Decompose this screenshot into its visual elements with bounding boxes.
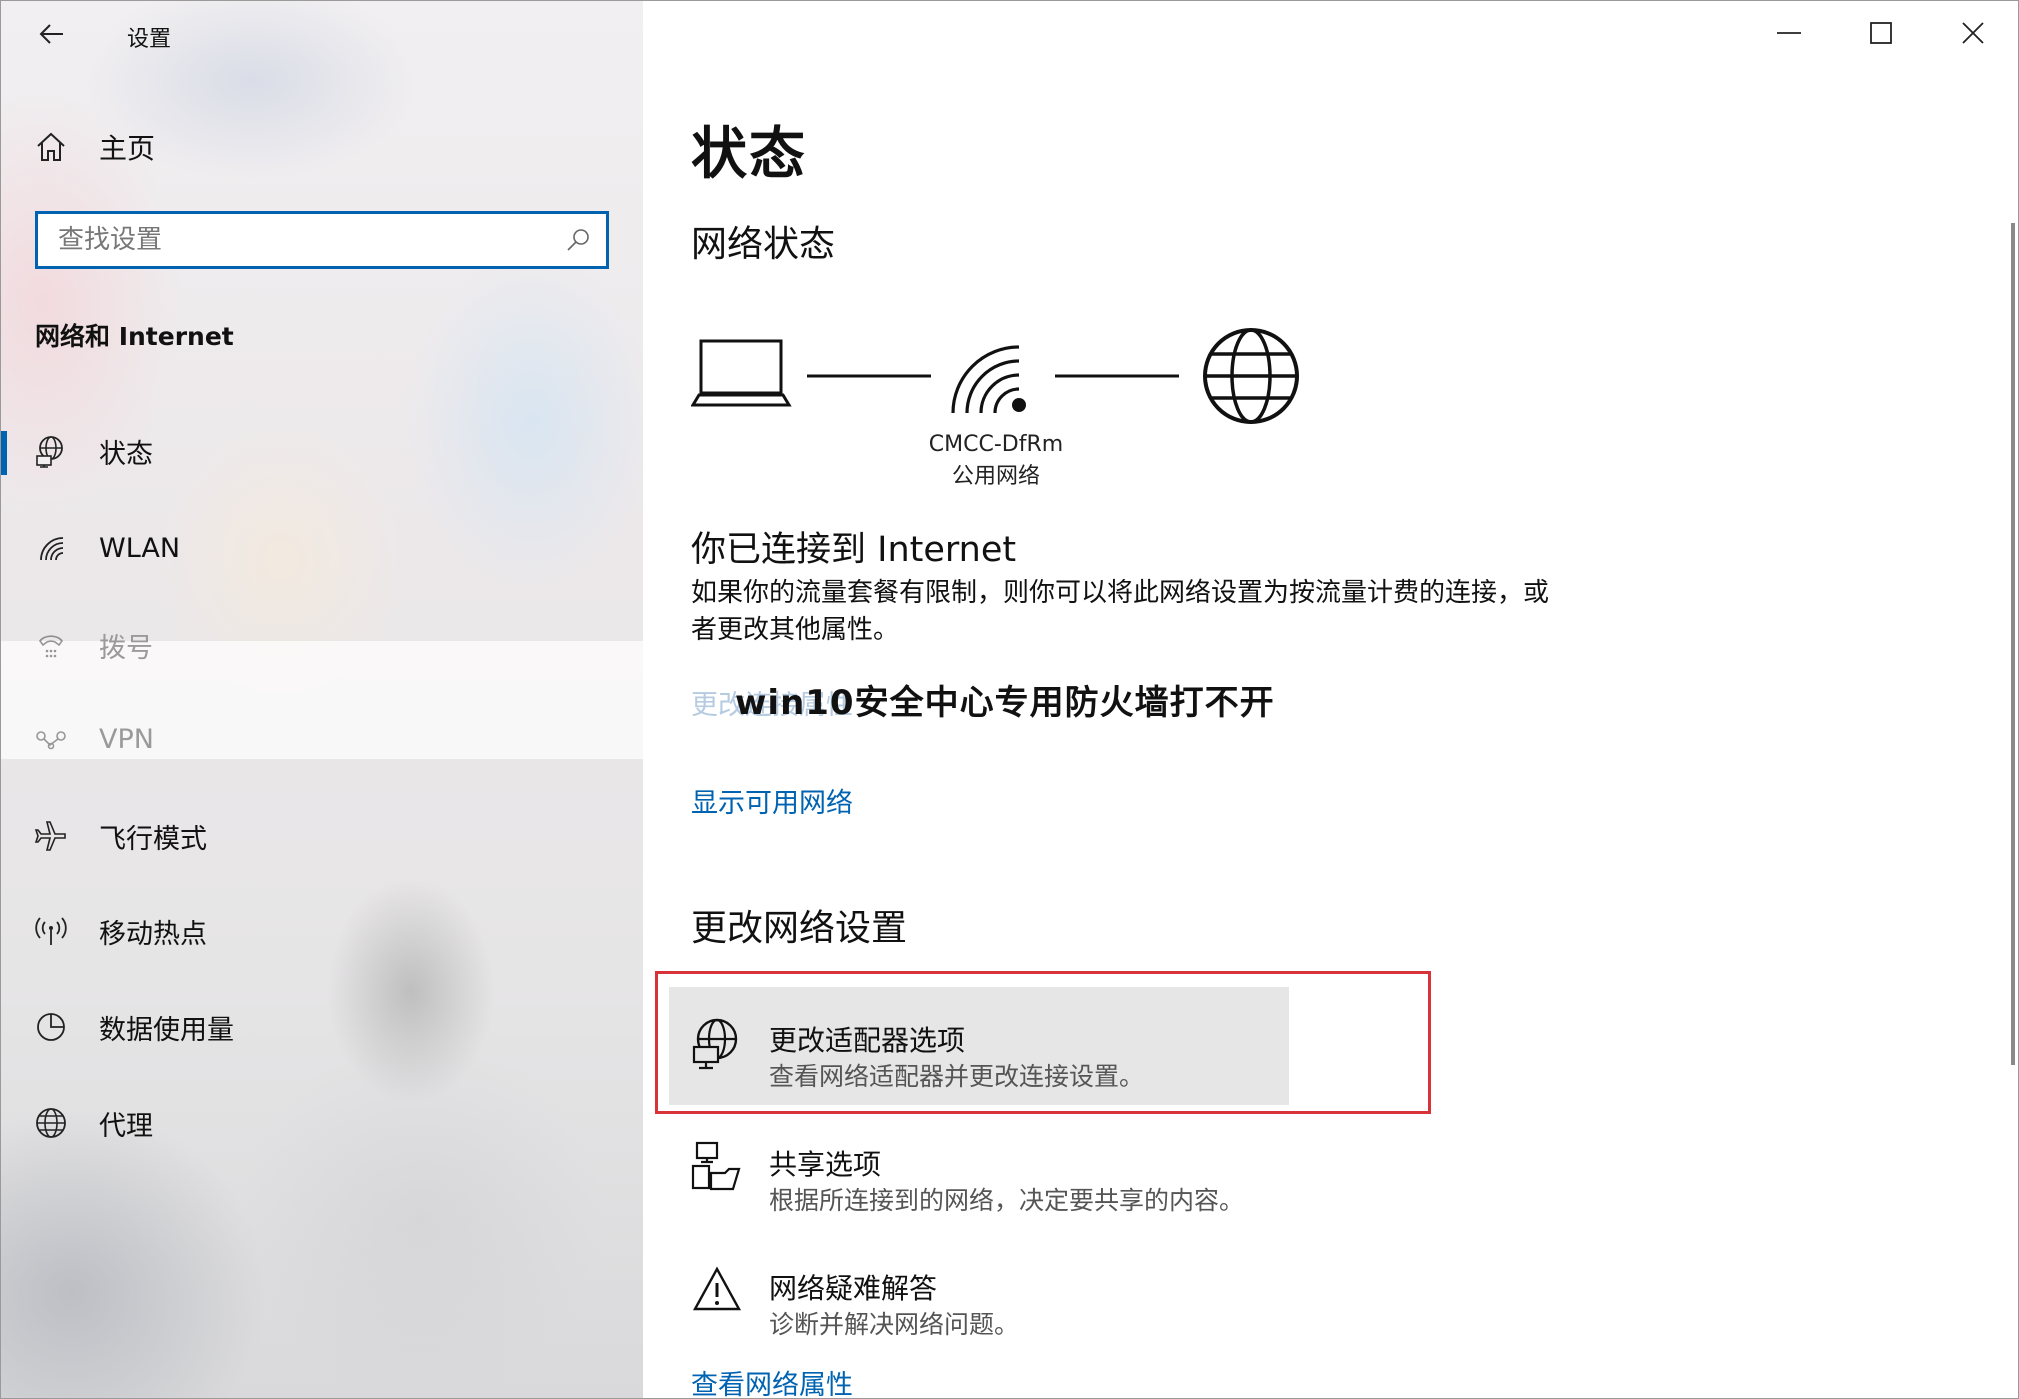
option-title: 更改适配器选项	[769, 1024, 966, 1057]
sharing-icon	[691, 1139, 743, 1195]
sidebar-item-label: WLAN	[99, 532, 181, 564]
sidebar: 设置 主页 网络和 Internet	[1, 1, 643, 1398]
search-icon[interactable]	[564, 226, 592, 258]
network-info: CMCC-DfRm 公用网络	[901, 429, 1091, 493]
sidebar-item-label: 飞行模式	[99, 823, 207, 855]
connected-description: 如果你的流量套餐有限制，则你可以将此网络设置为按流量计费的连接，或者更改其他属性…	[691, 578, 1550, 645]
sidebar-item-proxy[interactable]: 代理	[1, 1091, 643, 1155]
option-subtitle: 诊断并解决网络问题。	[769, 1310, 1020, 1339]
sidebar-item-label: 移动热点	[99, 918, 207, 950]
network-status-heading: 网络状态	[691, 224, 836, 265]
network-troubleshooter[interactable]: 网络疑难解答 诊断并解决网络问题。	[669, 1235, 1289, 1353]
sidebar-item-label: 状态	[99, 438, 153, 470]
sidebar-item-wlan[interactable]: WLAN	[1, 516, 643, 580]
back-arrow-icon	[39, 24, 63, 44]
option-subtitle: 根据所连接到的网络，决定要共享的内容。	[769, 1186, 1245, 1215]
main-content: 状态 网络状态 CMCC-DfRm 公用网络 你已连接到 Internet 如果…	[643, 1, 2018, 1398]
option-title: 网络疑难解答	[769, 1272, 938, 1305]
maximize-button[interactable]	[1835, 1, 1927, 65]
view-network-properties-link[interactable]: 查看网络属性	[691, 1363, 853, 1398]
connected-heading: 你已连接到 Internet	[691, 530, 1017, 570]
search-box	[35, 211, 609, 269]
sidebar-item-label: 主页	[99, 132, 156, 165]
wifi-icon	[33, 530, 69, 566]
option-subtitle: 查看网络适配器并更改连接设置。	[769, 1062, 1145, 1091]
maximize-icon	[1870, 22, 1892, 44]
warning-icon	[691, 1263, 743, 1319]
active-indicator	[1, 431, 7, 475]
sidebar-item-home[interactable]: 主页	[1, 123, 643, 171]
laptop-icon	[691, 339, 792, 407]
close-button[interactable]	[1927, 1, 2018, 65]
home-icon	[33, 129, 69, 165]
sidebar-item-data-usage[interactable]: 数据使用量	[1, 995, 643, 1059]
internet-globe-icon	[1203, 328, 1299, 424]
search-input[interactable]	[38, 224, 560, 256]
data-usage-icon	[33, 1009, 69, 1045]
sidebar-item-label: 代理	[99, 1110, 153, 1142]
minimize-icon	[1777, 32, 1801, 34]
show-available-networks-link[interactable]: 显示可用网络	[691, 781, 853, 820]
back-button[interactable]	[37, 19, 67, 49]
change-network-settings-heading: 更改网络设置	[691, 908, 908, 949]
sidebar-item-vpn[interactable]: VPN	[1, 707, 643, 771]
scrollbar[interactable]	[2011, 223, 2015, 1065]
option-title: 共享选项	[769, 1148, 882, 1181]
sidebar-item-dialup[interactable]: 拨号	[1, 613, 643, 677]
sharing-options[interactable]: 共享选项 根据所连接到的网络，决定要共享的内容。	[669, 1111, 1289, 1229]
status-globe-icon	[33, 433, 69, 469]
dialup-icon	[33, 627, 69, 663]
page-title: 状态	[691, 122, 807, 187]
app-title: 设置	[127, 27, 172, 52]
sidebar-item-status[interactable]: 状态	[1, 419, 643, 483]
sidebar-item-hotspot[interactable]: 移动热点	[1, 899, 643, 963]
sidebar-item-label: 数据使用量	[99, 1014, 234, 1046]
globe-icon	[33, 1105, 69, 1141]
hotspot-icon	[33, 913, 69, 949]
close-icon	[1962, 22, 1984, 44]
sidebar-item-airplane[interactable]: 飞行模式	[1, 804, 643, 868]
network-type: 公用网络	[951, 464, 1040, 489]
section-title: 网络和 Internet	[35, 322, 234, 351]
airplane-icon	[33, 818, 69, 854]
minimize-button[interactable]	[1743, 1, 1835, 65]
sidebar-item-label: 拨号	[99, 632, 153, 664]
overlay-caption: win10安全中心专用防火墙打不开	[735, 683, 1275, 723]
sidebar-item-label: VPN	[99, 723, 154, 755]
vpn-icon	[33, 721, 69, 757]
wifi-signal-icon	[951, 345, 1026, 414]
adapter-globe-icon	[691, 1015, 743, 1071]
network-name: CMCC-DfRm	[928, 432, 1064, 457]
change-adapter-options[interactable]: 更改适配器选项 查看网络适配器并更改连接设置。	[669, 987, 1289, 1105]
network-diagram	[691, 328, 1299, 424]
settings-window: 设置 主页 网络和 Internet	[0, 0, 2019, 1399]
